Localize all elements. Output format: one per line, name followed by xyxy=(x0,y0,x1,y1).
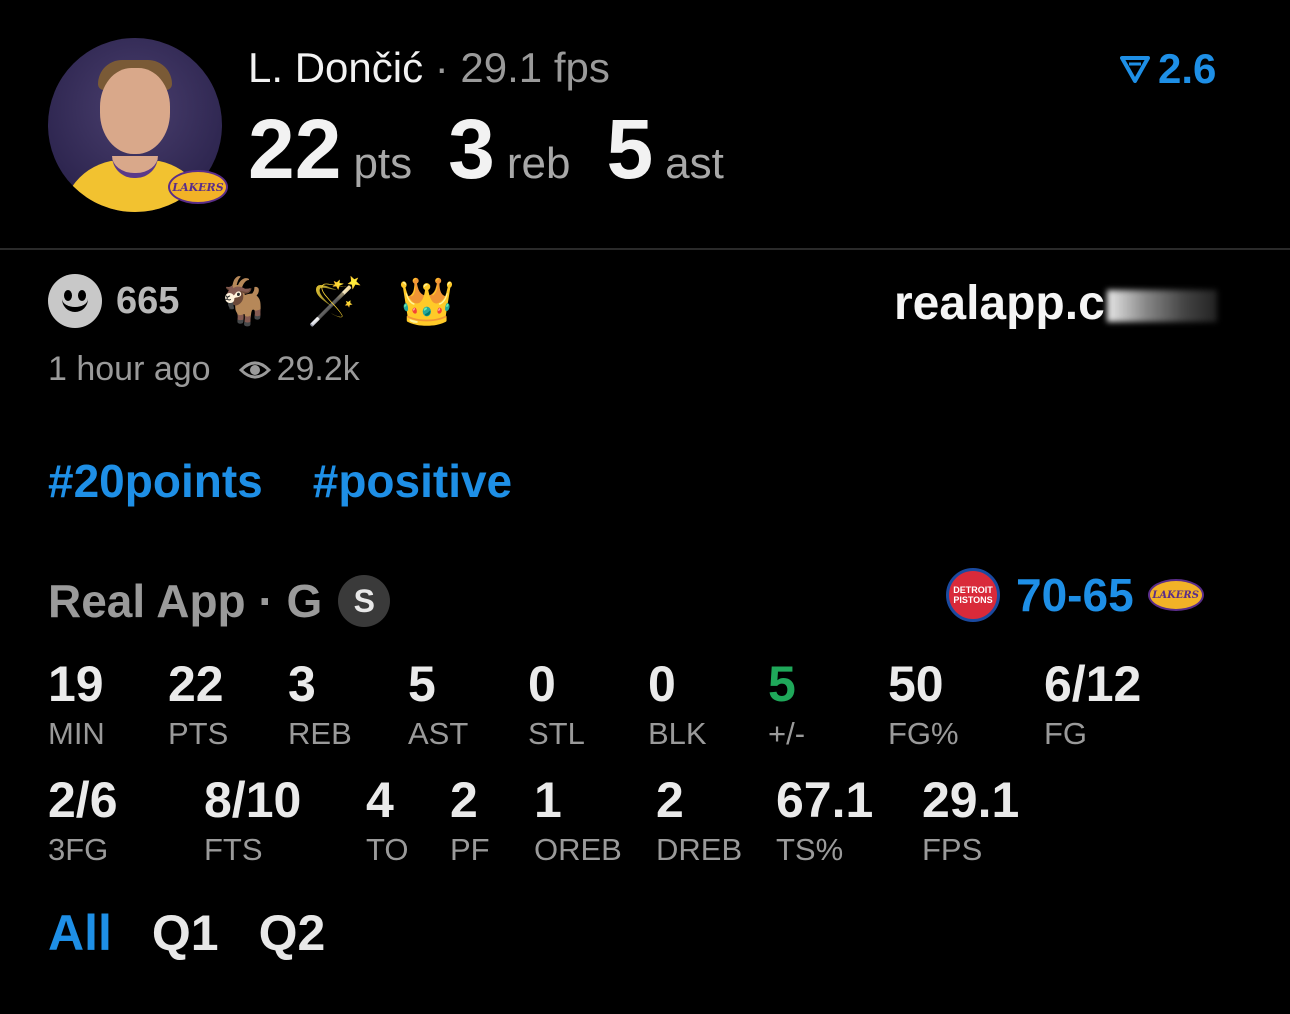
stat-label: STL xyxy=(528,716,585,751)
stat-dreb: 2 DREB xyxy=(656,772,742,868)
starter-badge: S xyxy=(338,575,391,627)
stat-ts-pct: 67.1 TS% xyxy=(776,772,873,868)
avatar-face xyxy=(100,68,170,154)
watermark-text: realapp.c xyxy=(894,277,1105,330)
stat-label: PF xyxy=(450,832,490,867)
stat-fg-pct: 50 FG% xyxy=(888,656,959,752)
stat-pf: 2 PF xyxy=(450,772,490,868)
stat-value: 0 xyxy=(528,656,556,712)
headline-ast-value: 5 xyxy=(606,102,654,196)
headline-pts-value: 22 xyxy=(248,102,342,196)
stat-label: DREB xyxy=(656,832,743,867)
score-value: 70-65 xyxy=(1016,569,1134,621)
stat-value: 29.1 xyxy=(922,772,1020,828)
stat-stl: 0 STL xyxy=(528,656,585,752)
tab-all[interactable]: All xyxy=(48,904,112,962)
stat-value: 5 xyxy=(768,656,796,712)
stat-label: FPS xyxy=(922,832,983,867)
stat-label: +/- xyxy=(768,716,806,751)
headline-pts-unit: pts xyxy=(353,139,413,188)
stat-min: 19 MIN xyxy=(48,656,105,752)
stat-to: 4 TO xyxy=(366,772,409,868)
stat-oreb: 1 OREB xyxy=(534,772,622,868)
stat-ast: 5 AST xyxy=(408,656,468,752)
headline-stats: 22 pts 3 reb 5 ast xyxy=(248,104,760,194)
stat-value: 50 xyxy=(888,656,944,712)
views-eye-icon xyxy=(238,361,271,378)
stat-value: 0 xyxy=(648,656,676,712)
game-score[interactable]: DETROIT PISTONS 70-65 LAKERS xyxy=(946,568,1204,622)
stat-label: FG xyxy=(1044,716,1088,751)
stat-value: 5 xyxy=(408,656,436,712)
stat-value: 2/6 xyxy=(48,772,118,828)
stat-fts: 8/10 FTS xyxy=(204,772,301,868)
game-info: Real App · G S xyxy=(48,574,391,628)
smiley-reaction-icon[interactable] xyxy=(48,274,102,328)
stat-fg: 6/12 FG xyxy=(1044,656,1141,752)
hashtag-link[interactable]: #positive xyxy=(313,454,512,508)
hashtag-link[interactable]: #20points xyxy=(48,454,263,508)
player-fps: 29.1 fps xyxy=(460,44,610,91)
reactions-bar: 665 🐐 🪄 👑 xyxy=(48,274,489,328)
crown-reaction-icon[interactable]: 👑 xyxy=(398,274,455,328)
player-name[interactable]: L. Dončić xyxy=(248,44,423,91)
reaction-count: 665 xyxy=(116,279,180,322)
tab-q2[interactable]: Q2 xyxy=(259,904,326,962)
stat-value: 22 xyxy=(168,656,224,712)
headline-reb-unit: reb xyxy=(506,139,571,188)
stat-3fg: 2/6 3FG xyxy=(48,772,118,868)
stat-reb: 3 REB xyxy=(288,656,352,752)
rating[interactable]: 2.6 xyxy=(1120,44,1216,94)
tab-q1[interactable]: Q1 xyxy=(152,904,219,962)
stat-label: 3FG xyxy=(48,832,109,867)
stat-plus-minus: 5 +/- xyxy=(768,656,805,752)
stat-label: FG% xyxy=(888,716,959,751)
watermark-blurred xyxy=(1106,290,1217,323)
rating-triangle-icon xyxy=(1120,56,1150,83)
game-label: Real App · G xyxy=(48,575,323,627)
stat-blk: 0 BLK xyxy=(648,656,707,752)
stat-value: 3 xyxy=(288,656,316,712)
stat-label: TS% xyxy=(776,832,844,867)
period-tabs: All Q1 Q2 xyxy=(48,904,365,962)
title-separator: · xyxy=(434,44,449,91)
player-title: L. Dončić · 29.1 fps xyxy=(248,42,610,94)
lakers-logo-icon: LAKERS xyxy=(1147,579,1204,611)
lakers-logo-icon: LAKERS xyxy=(168,170,228,204)
goat-reaction-icon[interactable]: 🐐 xyxy=(215,274,272,328)
stat-label: BLK xyxy=(648,716,707,751)
stat-pts: 22 PTS xyxy=(168,656,228,752)
smiley-mouth xyxy=(62,298,88,312)
post-meta: 1 hour ago 29.2k xyxy=(48,350,360,389)
stat-label: AST xyxy=(408,716,469,751)
headline-reb-value: 3 xyxy=(448,102,495,196)
header-divider xyxy=(0,248,1290,250)
watermark: realapp.c xyxy=(894,276,1217,331)
post-time: 1 hour ago xyxy=(48,350,211,388)
stat-value: 2 xyxy=(656,772,684,828)
stat-label: OREB xyxy=(534,832,622,867)
pistons-logo-icon: DETROIT PISTONS xyxy=(946,568,1000,622)
stat-label: REB xyxy=(288,716,352,751)
hashtags: #20points #positive xyxy=(48,454,562,508)
magic-wand-reaction-icon[interactable]: 🪄 xyxy=(307,274,364,328)
stat-label: TO xyxy=(366,832,409,867)
stat-value: 19 xyxy=(48,656,104,712)
stat-value: 4 xyxy=(366,772,394,828)
stat-value: 67.1 xyxy=(776,772,874,828)
stat-value: 2 xyxy=(450,772,478,828)
stat-value: 8/10 xyxy=(204,772,302,828)
view-count: 29.2k xyxy=(276,350,360,388)
stat-label: FTS xyxy=(204,832,263,867)
stat-value: 1 xyxy=(534,772,562,828)
headline-ast-unit: ast xyxy=(665,139,724,188)
rating-value: 2.6 xyxy=(1158,45,1217,92)
stat-label: PTS xyxy=(168,716,229,751)
stat-value: 6/12 xyxy=(1044,656,1142,712)
stat-fps: 29.1 FPS xyxy=(922,772,1019,868)
stat-label: MIN xyxy=(48,716,105,751)
